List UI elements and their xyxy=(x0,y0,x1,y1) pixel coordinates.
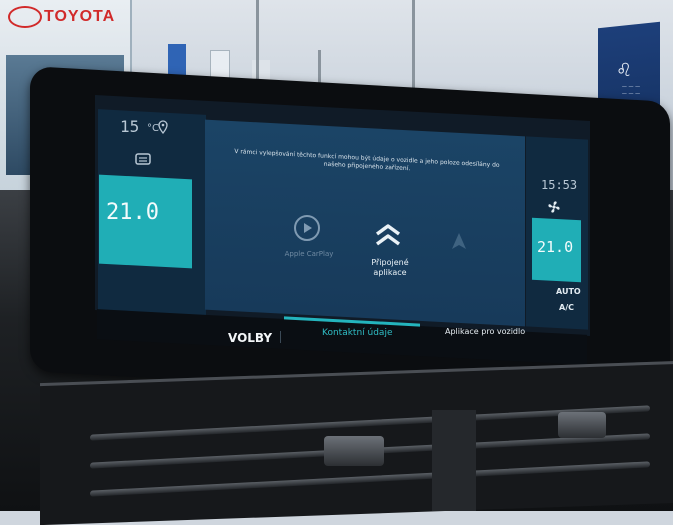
toyota-sign: TOYOTA xyxy=(44,8,116,25)
fan-icon[interactable] xyxy=(547,200,561,214)
driver-temp-value: 21.0 xyxy=(106,200,159,225)
vent-divider xyxy=(432,410,476,511)
passenger-temp-value: 21.0 xyxy=(537,238,574,256)
climate-mode-icon[interactable] xyxy=(135,152,151,166)
vent-knob[interactable] xyxy=(324,436,384,466)
ac-button[interactable]: A/C xyxy=(559,303,574,312)
auto-button[interactable]: AUTO xyxy=(556,287,581,296)
clock: 15:53 xyxy=(541,178,578,192)
peugeot-lion-icon: ♌ xyxy=(616,60,633,81)
citroen-chevrons-icon[interactable] xyxy=(373,220,403,250)
location-pin-icon xyxy=(158,120,168,134)
carplay-label: Apple CarPlay xyxy=(284,250,334,258)
options-button[interactable]: VOLBY xyxy=(228,331,272,345)
carplay-icon[interactable] xyxy=(293,214,321,242)
toyota-logo-icon xyxy=(8,6,42,28)
tab-vehicle-apps[interactable]: Aplikace pro vozidlo xyxy=(445,327,525,336)
connected-apps-label: Připojené aplikace xyxy=(371,258,409,277)
tab-contact-details[interactable]: Kontaktní údaje xyxy=(322,328,392,338)
vent-knob[interactable] xyxy=(558,412,606,438)
divider xyxy=(280,331,281,343)
navigation-arrow-icon[interactable] xyxy=(450,232,468,250)
outside-temperature: 15 xyxy=(120,117,140,136)
